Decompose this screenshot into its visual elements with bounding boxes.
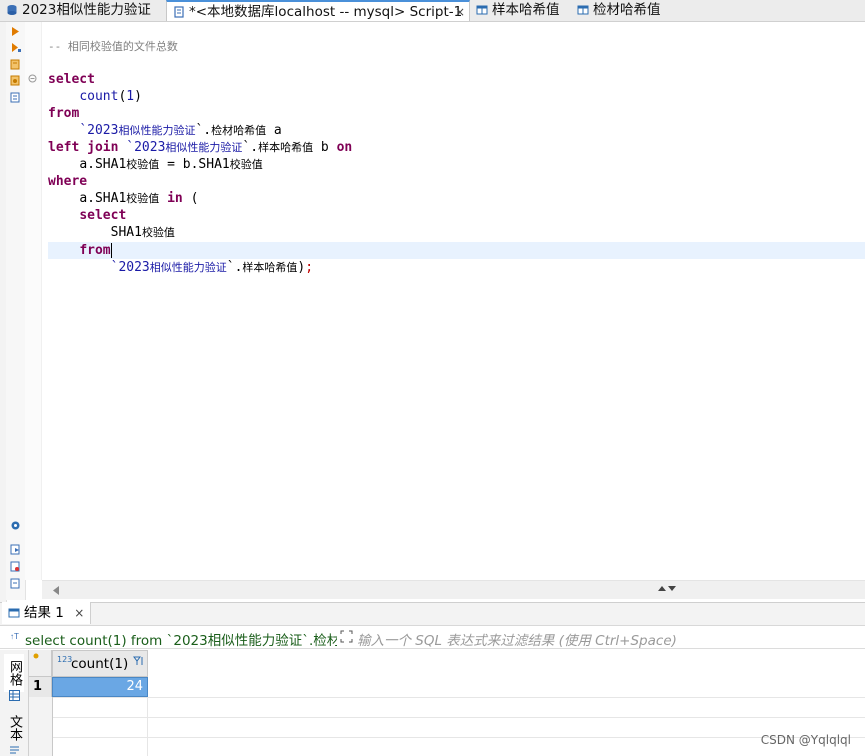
grid-row-line [29,717,865,718]
sql-text-icon: ↑T [10,632,19,641]
database-icon [7,5,17,15]
grid-row-line [29,737,865,738]
tab-label: 检材哈希值 [593,2,661,18]
result-tab-label: 结果 1 [24,605,64,621]
result-view-switcher: 网格 文本 [0,650,29,756]
table-icon [577,5,589,15]
sql-line-2: count(1) [79,89,142,104]
executed-query-text[interactable]: select count(1) from `2023相似性能力验证`.检材哈 [25,629,337,649]
grid-corner[interactable] [29,650,52,677]
filter-input[interactable]: 输入一个 SQL 表达式来过滤结果 (使用 Ctrl+Space) [357,629,857,649]
folding-ruler [25,22,42,580]
table-icon [8,608,20,618]
sql-line-3: from [48,106,80,121]
tab-evidence-hash[interactable]: 检材哈希值 [571,0,681,21]
scroll-left-icon[interactable] [52,586,60,595]
table-icon [476,5,488,15]
tab-text[interactable]: 文本 [4,712,24,744]
grid-row-line [29,697,865,698]
column-header-label: count(1) [71,656,129,672]
open-script-icon[interactable] [10,59,21,70]
editor-horizontal-scrollbar[interactable] [42,580,865,599]
expand-icon[interactable] [340,630,353,643]
tab-script-1[interactable]: *<本地数据库localhost -- mysql> Script-1 × [166,0,470,21]
result-grid[interactable] [29,650,865,756]
maximize-panel-icon[interactable] [656,583,676,593]
explain-plan-icon[interactable] [10,75,21,86]
document-icon[interactable] [10,578,21,589]
sql-line-6: a.SHA1校验值 = b.SHA1校验值 [79,157,263,172]
sql-editor[interactable]: -- 相同校验值的文件总数 select count(1) from `2023… [42,22,865,580]
collapse-icon[interactable] [28,74,37,83]
text-view-icon[interactable] [9,744,20,755]
sql-line-1: select [48,72,95,87]
settings-gear-icon[interactable] [10,520,21,531]
sql-line-10: SHA1校验值 [110,225,175,240]
sql-comment: -- 相同校验值的文件总数 [48,40,178,53]
tab-label: 2023相似性能力验证 [22,2,151,18]
tab-label: *<本地数据库localhost -- mysql> Script-1 [189,4,463,20]
editor-tool-gutter [6,22,26,600]
tab-label: 样本哈希值 [492,2,560,18]
script-list-icon[interactable] [10,92,21,103]
sql-line-11: from [79,243,112,258]
sql-line-12: `2023相似性能力验证`.样本哈希值); [110,260,314,275]
execute-statement-icon[interactable] [10,26,21,37]
row-number[interactable]: 1 [29,677,52,697]
grid-icon[interactable] [9,690,20,701]
text-caret [110,243,112,258]
sql-script-icon [174,6,184,18]
tab-2023-database[interactable]: 2023相似性能力验证 [0,0,165,21]
cell-count-value[interactable]: 24 [52,677,148,697]
current-line-highlight [48,242,865,259]
close-icon[interactable]: × [74,606,84,620]
sort-filter-icon[interactable] [133,655,145,667]
sql-line-9: select [79,208,127,223]
execute-script-icon[interactable] [10,42,21,53]
watermark: CSDN @Yqlqlql [760,733,851,747]
results-tab-bar [0,602,865,626]
tab-grid[interactable]: 网格 [4,654,24,692]
import-icon[interactable] [10,561,21,572]
numeric-type-icon: 123 [57,655,73,664]
close-icon[interactable]: × [455,2,465,22]
star-icon [33,653,39,659]
tab-result-1[interactable]: 结果 1 × [2,602,92,624]
sql-line-8: a.SHA1校验值 in ( [79,191,199,206]
column-header-count[interactable]: 123 count(1) [52,650,148,677]
editor-tab-bar: 2023相似性能力验证 *<本地数据库localhost -- mysql> S… [0,0,865,22]
export-icon[interactable] [10,544,21,555]
results-query-bar: ↑T select count(1) from `2023相似性能力验证`.检材… [0,626,865,649]
sql-line-4: `2023相似性能力验证`.检材哈希值 a [79,123,282,138]
tab-sample-hash[interactable]: 样本哈希值 [470,0,570,21]
svg-text:↑T: ↑T [10,632,19,641]
sql-line-7: where [48,174,88,189]
sql-line-5: left join `2023相似性能力验证`.样本哈希值 b on [48,140,353,155]
